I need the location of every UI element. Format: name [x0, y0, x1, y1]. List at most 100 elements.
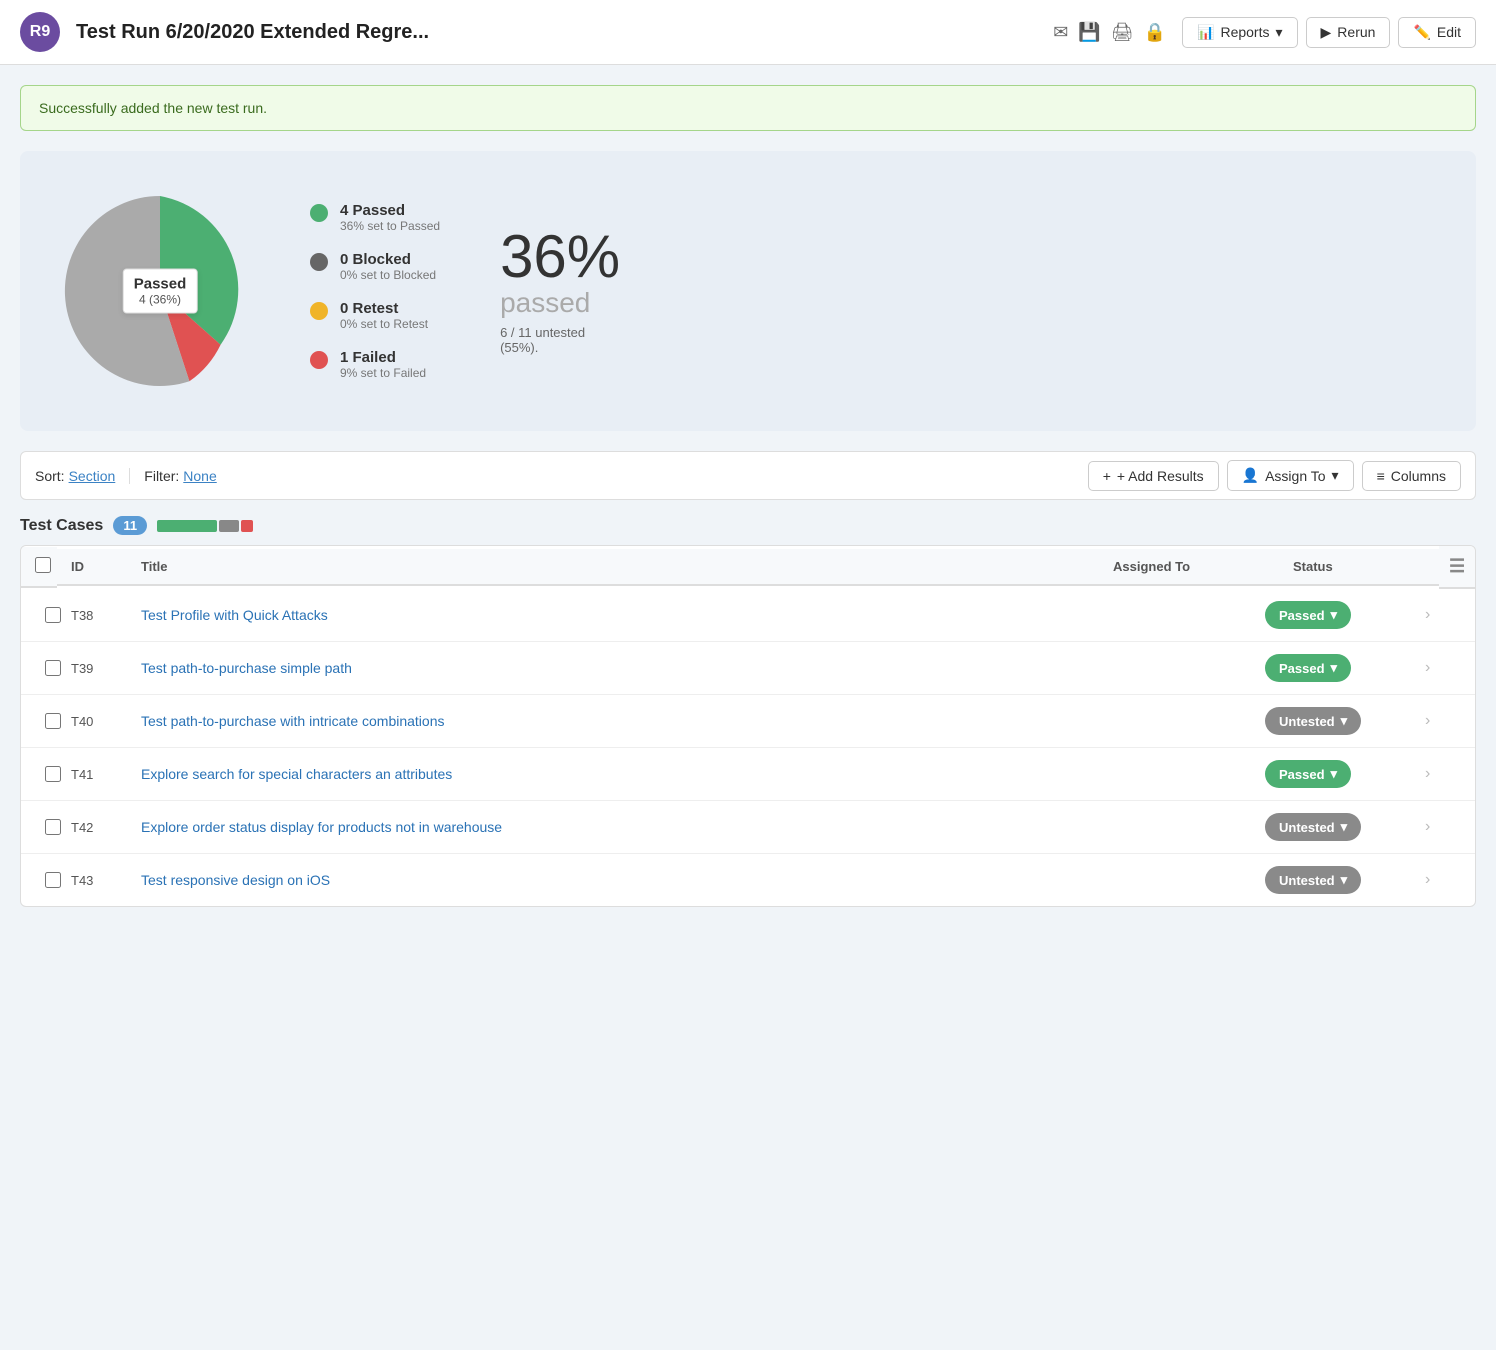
chevron-down-icon: ▾	[1341, 872, 1348, 888]
chevron-down-icon: ▾	[1332, 467, 1339, 484]
main-content: Successfully added the new test run. Pas…	[0, 65, 1496, 927]
status-button[interactable]: Passed ▾	[1265, 760, 1351, 788]
status-button[interactable]: Untested ▾	[1265, 707, 1361, 735]
chart-legend: 4 Passed 36% set to Passed 0 Blocked 0% …	[310, 202, 440, 380]
table-row: T42 Explore order status display for pro…	[21, 801, 1475, 854]
header-buttons: 📊 Reports ▾ ▶ Rerun ✏️ Edit	[1182, 17, 1476, 48]
row-id: T39	[71, 661, 141, 676]
row-checkbox[interactable]	[35, 713, 71, 729]
col-status-header: Status	[1279, 549, 1439, 586]
row-checkbox[interactable]	[35, 660, 71, 676]
progress-bar	[157, 520, 253, 532]
lock-icon[interactable]: 🔒	[1144, 22, 1166, 43]
rerun-button[interactable]: ▶ Rerun	[1306, 17, 1391, 48]
row-id: T41	[71, 767, 141, 782]
col-checkbox-header[interactable]	[21, 547, 57, 588]
chevron-down-icon: ▾	[1331, 660, 1338, 676]
progress-failed	[241, 520, 253, 532]
row-checkbox[interactable]	[35, 872, 71, 888]
passed-dot	[310, 204, 328, 222]
play-icon: ▶	[1321, 24, 1332, 41]
row-status[interactable]: Untested ▾	[1265, 813, 1425, 841]
chevron-down-icon: ▾	[1341, 819, 1348, 835]
table-header-row: Test Cases 11	[20, 516, 1476, 535]
header: R9 Test Run 6/20/2020 Extended Regre... …	[0, 0, 1496, 65]
status-button[interactable]: Untested ▾	[1265, 813, 1361, 841]
row-id: T40	[71, 714, 141, 729]
big-stat: 36% passed 6 / 11 untested (55%).	[500, 227, 620, 355]
status-button[interactable]: Passed ▾	[1265, 601, 1351, 629]
chevron-down-icon: ▾	[1331, 607, 1338, 623]
chevron-down-icon: ▾	[1341, 713, 1348, 729]
row-status[interactable]: Untested ▾	[1265, 866, 1425, 894]
row-status[interactable]: Untested ▾	[1265, 707, 1425, 735]
plus-icon: +	[1103, 468, 1111, 484]
add-results-button[interactable]: + + Add Results	[1088, 461, 1219, 491]
reports-icon: 📊	[1197, 24, 1214, 41]
chevron-down-icon: ▾	[1275, 24, 1282, 41]
save-icon[interactable]: 💾	[1078, 22, 1100, 43]
select-all-checkbox[interactable]	[35, 557, 51, 573]
avatar: R9	[20, 12, 60, 52]
row-id: T38	[71, 608, 141, 623]
row-expand-icon[interactable]: ›	[1425, 765, 1461, 783]
reports-button[interactable]: 📊 Reports ▾	[1182, 17, 1298, 48]
legend-passed: 4 Passed 36% set to Passed	[310, 202, 440, 233]
row-expand-icon[interactable]: ›	[1425, 712, 1461, 730]
stats-section: Passed 4 (36%) 4 Passed 36% set to Passe…	[20, 151, 1476, 431]
col-config-header[interactable]: ☰	[1439, 546, 1475, 589]
table-head: ID Title Assigned To Status ☰	[21, 546, 1475, 589]
email-icon[interactable]: ✉	[1053, 22, 1068, 43]
row-status[interactable]: Passed ▾	[1265, 601, 1425, 629]
sort-value[interactable]: Section	[69, 468, 116, 484]
row-expand-icon[interactable]: ›	[1425, 659, 1461, 677]
row-checkbox[interactable]	[35, 819, 71, 835]
assign-icon: 👤	[1242, 467, 1259, 484]
table-row: T39 Test path-to-purchase simple path Pa…	[21, 642, 1475, 695]
status-button[interactable]: Passed ▾	[1265, 654, 1351, 682]
row-status[interactable]: Passed ▾	[1265, 760, 1425, 788]
page-title: Test Run 6/20/2020 Extended Regre...	[76, 21, 1037, 44]
legend-retest: 0 Retest 0% set to Retest	[310, 300, 440, 331]
row-id: T42	[71, 820, 141, 835]
row-status[interactable]: Passed ▾	[1265, 654, 1425, 682]
progress-untested	[219, 520, 239, 532]
col-title-header: Title	[127, 549, 1099, 586]
row-title[interactable]: Explore search for special characters an…	[141, 766, 1085, 782]
table-row: T40 Test path-to-purchase with intricate…	[21, 695, 1475, 748]
blocked-dot	[310, 253, 328, 271]
row-id: T43	[71, 873, 141, 888]
col-id-header: ID	[57, 549, 127, 586]
row-title[interactable]: Explore order status display for product…	[141, 819, 1085, 835]
columns-icon: ≡	[1377, 468, 1385, 484]
table-body: T38 Test Profile with Quick Attacks Pass…	[21, 589, 1475, 906]
retest-dot	[310, 302, 328, 320]
legend-blocked: 0 Blocked 0% set to Blocked	[310, 251, 440, 282]
row-title[interactable]: Test responsive design on iOS	[141, 872, 1085, 888]
progress-passed	[157, 520, 217, 532]
row-title[interactable]: Test path-to-purchase simple path	[141, 660, 1085, 676]
toolbar: Sort: Section Filter: None + + Add Resul…	[20, 451, 1476, 500]
row-expand-icon[interactable]: ›	[1425, 871, 1461, 889]
test-cases-section: Test Cases 11 ID Title Assigned To Statu…	[20, 516, 1476, 907]
row-title[interactable]: Test Profile with Quick Attacks	[141, 607, 1085, 623]
header-icons: ✉ 💾 🖨 🔒	[1053, 22, 1166, 43]
assign-to-button[interactable]: 👤 Assign To ▾	[1227, 460, 1354, 491]
success-banner: Successfully added the new test run.	[20, 85, 1476, 131]
table-row: T41 Explore search for special character…	[21, 748, 1475, 801]
filter-value[interactable]: None	[183, 468, 216, 484]
status-button[interactable]: Untested ▾	[1265, 866, 1361, 894]
row-checkbox[interactable]	[35, 607, 71, 623]
chevron-down-icon: ▾	[1331, 766, 1338, 782]
pie-chart-svg	[50, 181, 270, 401]
table-row: T43 Test responsive design on iOS Untest…	[21, 854, 1475, 906]
pie-chart: Passed 4 (36%)	[50, 181, 270, 401]
row-expand-icon[interactable]: ›	[1425, 606, 1461, 624]
row-checkbox[interactable]	[35, 766, 71, 782]
row-title[interactable]: Test path-to-purchase with intricate com…	[141, 713, 1085, 729]
edit-button[interactable]: ✏️ Edit	[1398, 17, 1476, 48]
print-icon[interactable]: 🖨	[1111, 22, 1134, 43]
columns-button[interactable]: ≡ Columns	[1362, 461, 1461, 491]
row-expand-icon[interactable]: ›	[1425, 818, 1461, 836]
failed-dot	[310, 351, 328, 369]
